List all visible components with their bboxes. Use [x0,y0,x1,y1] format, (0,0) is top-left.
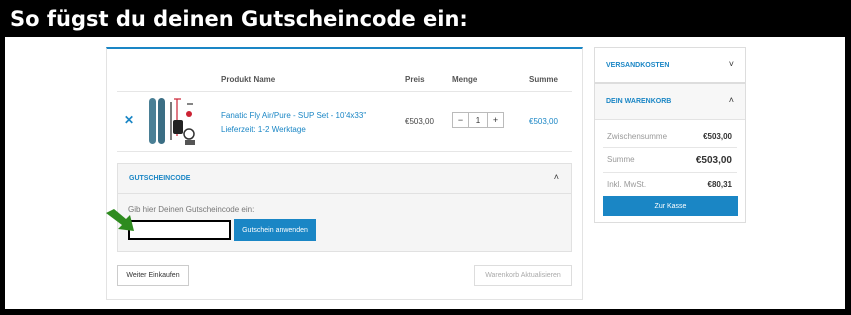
vat-row: Inkl. MwSt. €80,31 [607,180,732,189]
divider [117,91,572,92]
subtotal-label: Zwischensumme [607,132,668,141]
quantity-stepper: − 1 + [452,112,504,128]
cart-summary-header[interactable]: DEIN WARENKORB ˄ [595,84,745,120]
vat-value: €80,31 [707,180,732,189]
product-name-link[interactable]: Fanatic Fly Air/Pure - SUP Set - 10'4x33… [221,111,366,120]
item-total: €503,00 [529,117,558,126]
total-label: Summe [607,155,635,164]
continue-shopping-button[interactable]: Weiter Einkaufen [117,265,189,286]
coupon-label: Gib hier Deinen Gutscheincode ein: [128,205,255,214]
header-product: Produkt Name [221,75,276,84]
chevron-down-icon[interactable]: ˅ [729,59,734,69]
cart-summary-title: DEIN WARENKORB [606,98,672,105]
header-price: Preis [405,75,425,84]
quantity-increase-button[interactable]: + [487,113,503,127]
apply-coupon-button[interactable]: Gutschein anwenden [234,219,316,241]
total-value: €503,00 [695,155,732,166]
shipping-costs-panel[interactable]: VERSANDKOSTEN ˅ [594,47,746,83]
product-thumbnail[interactable] [145,96,197,148]
shipping-costs-title: VERSANDKOSTEN [606,62,670,69]
header-total: Summe [529,75,558,84]
subtotal-value: €503,00 [703,132,732,141]
green-arrow-icon [106,209,134,231]
quantity-value[interactable]: 1 [469,113,487,127]
remove-item-button[interactable]: ✕ [124,113,134,127]
cart-panel: Produkt Name Preis Menge Summe ✕ Fanatic… [106,47,583,300]
coupon-title: GUTSCHEINCODE [129,175,191,182]
subtotal-row: Zwischensumme €503,00 [607,132,732,141]
divider [603,172,737,173]
cart-summary-panel: DEIN WARENKORB ˄ Zwischensumme €503,00 S… [594,83,746,223]
banner-title: So fügst du deinen Gutscheincode ein: [10,7,468,31]
checkout-button[interactable]: Zur Kasse [603,196,738,216]
item-price: €503,00 [405,117,434,126]
chevron-up-icon[interactable]: ˄ [729,95,734,105]
divider [603,147,737,148]
delivery-time: Lieferzeit: 1-2 Werktage [221,125,306,134]
coupon-section: GUTSCHEINCODE ˄ Gib hier Deinen Gutschei… [117,163,572,252]
update-cart-button[interactable]: Warenkorb Aktualisieren [474,265,572,286]
quantity-decrease-button[interactable]: − [453,113,469,127]
header-quantity: Menge [452,75,478,84]
total-row: Summe €503,00 [607,155,732,166]
vat-label: Inkl. MwSt. [607,180,647,189]
divider [117,151,572,152]
coupon-code-input[interactable] [128,220,231,240]
coupon-header[interactable]: GUTSCHEINCODE ˄ [118,164,571,194]
chevron-up-icon[interactable]: ˄ [554,172,559,182]
